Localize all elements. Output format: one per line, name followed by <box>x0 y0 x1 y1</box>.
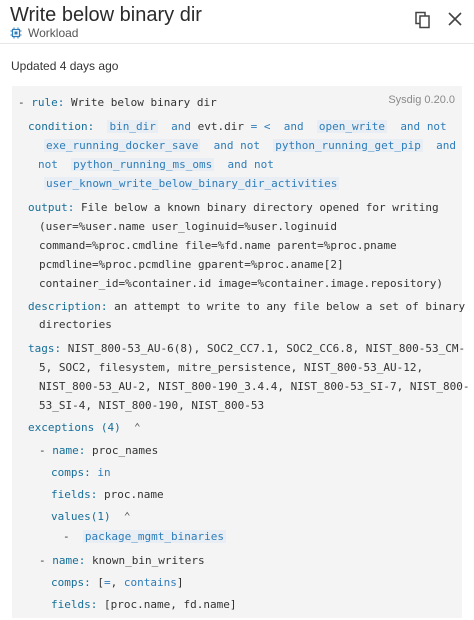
condition-macro[interactable]: open_write <box>316 120 388 133</box>
exception-name-line: - name: known_bin_writers <box>39 554 205 567</box>
rule-yaml-panel: Sysdig 0.20.0 - rule: Write below binary… <box>12 86 469 618</box>
close-icon <box>448 12 462 26</box>
rule-name: Write below binary dir <box>71 96 217 109</box>
exception-comps-key: comps: <box>51 466 91 479</box>
exception-comps-line: comps: [=, contains] <box>51 576 184 589</box>
exceptions-label: exceptions (4) <box>28 421 121 434</box>
condition-line-3: not python_running_ms_oms and not <box>38 157 274 172</box>
header-divider <box>0 43 474 44</box>
rule-key: rule: <box>31 96 65 109</box>
exception-value[interactable]: package_mgmt_binaries <box>82 530 226 543</box>
chevron-up-icon: ⌃ <box>123 510 131 523</box>
exception-values-toggle[interactable]: values(1) ⌃ <box>51 509 130 524</box>
category-label: Workload <box>28 26 79 40</box>
description-line: description: an attempt to write to any … <box>28 299 465 314</box>
copy-icon <box>415 11 430 29</box>
exception-values-label: values(1) <box>51 510 111 523</box>
output-text: (user=%user.name user_loginuid=%user.log… <box>39 220 338 233</box>
exception-comps-key: comps: <box>51 576 91 589</box>
condition-macro[interactable]: user_known_write_below_binary_dir_activi… <box>44 177 340 190</box>
output-text: pcmdline=%proc.pcmdline gparent=%proc.an… <box>39 258 344 271</box>
condition-line-1: condition: bin_dir and evt.dir = < and o… <box>28 119 447 134</box>
description-key: description: <box>28 300 108 313</box>
condition-line-2: exe_running_docker_save and not python_r… <box>44 138 456 153</box>
updated-timestamp: Updated 4 days ago <box>11 59 119 73</box>
tags-text: 53_SI-4, NIST_800-190, NIST_800-53 <box>39 399 265 412</box>
exceptions-toggle[interactable]: exceptions (4) ⌃ <box>28 420 141 435</box>
condition-operator: and <box>436 139 457 152</box>
exception-name: proc_names <box>92 444 159 457</box>
condition-key: condition: <box>28 120 95 133</box>
exception-value-line: - package_mgmt_binaries <box>63 530 226 543</box>
condition-operator: and <box>227 158 248 171</box>
condition-macro[interactable]: python_running_get_pip <box>273 139 423 152</box>
tags-line: tags: NIST_800-53_AU-6(8), SOC2_CC7.1, S… <box>28 341 465 356</box>
exception-fields-line: fields: [proc.name, fd.name] <box>51 597 236 612</box>
chevron-up-icon: ⌃ <box>133 421 141 434</box>
condition-operator: and <box>213 139 234 152</box>
exception-name-key: name: <box>52 444 86 457</box>
exception-comps: contains <box>123 576 177 589</box>
exception-fields-key: fields: <box>51 598 98 611</box>
description-text: an attempt to write to any file below a … <box>114 300 466 313</box>
rule-line: - rule: Write below binary dir <box>18 96 217 109</box>
rule-category: Workload <box>10 25 78 41</box>
exception-fields-key: fields: <box>51 488 98 501</box>
exception-name-key: name: <box>52 554 86 567</box>
exception-comps: in <box>97 466 111 479</box>
exception-name-line: - name: proc_names <box>39 444 159 457</box>
description-text: directories <box>39 318 112 331</box>
condition-operator: not <box>253 158 274 171</box>
condition-operator: and <box>283 120 304 133</box>
condition-macro[interactable]: exe_running_docker_save <box>44 139 201 152</box>
output-line: output: File below a known binary direct… <box>28 200 439 215</box>
tags-key: tags: <box>28 342 62 355</box>
condition-operator: = <box>250 120 258 133</box>
condition-macro[interactable]: python_running_ms_oms <box>71 158 215 171</box>
condition-operator: and <box>171 120 191 133</box>
exception-fields-line: fields: proc.name <box>51 487 164 502</box>
condition-operator: not <box>426 120 447 133</box>
exception-comps-line: comps: in <box>51 465 111 480</box>
condition-operator: < <box>263 120 271 133</box>
condition-operator: and <box>400 120 421 133</box>
tags-text: NIST_800-53_AU-2, NIST_800-190_3.4.4, NI… <box>39 380 470 393</box>
exception-comps: = <box>104 576 111 589</box>
copy-button[interactable] <box>413 10 433 30</box>
condition-macro[interactable]: bin_dir <box>107 120 158 133</box>
tags-text: NIST_800-53_AU-6(8), SOC2_CC7.1, SOC2_CC… <box>67 342 466 355</box>
condition-field: evt.dir <box>197 120 244 133</box>
output-text: container_id=%container.id image=%contai… <box>39 277 443 290</box>
cpu-chip-icon <box>10 27 22 39</box>
condition-operator: not <box>240 139 260 152</box>
exception-name: known_bin_writers <box>92 554 205 567</box>
output-text: File below a known binary directory open… <box>80 201 439 214</box>
output-text: command=%proc.cmdline file=%fd.name pare… <box>39 239 397 252</box>
rule-source-version: Sysdig 0.20.0 <box>388 94 455 106</box>
exception-fields: proc.name <box>103 488 164 501</box>
output-key: output: <box>28 201 75 214</box>
condition-line-4: user_known_write_below_binary_dir_activi… <box>44 176 340 191</box>
close-button[interactable] <box>446 10 464 28</box>
exception-fields: [proc.name, fd.name] <box>103 598 237 611</box>
tags-text: 5, SOC2, filesystem, mitre_persistence, … <box>39 361 424 374</box>
condition-operator: not <box>38 158 58 171</box>
